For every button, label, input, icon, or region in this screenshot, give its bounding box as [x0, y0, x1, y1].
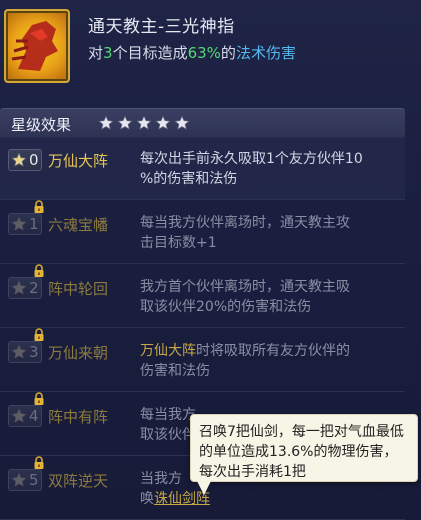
damage-percent: 63% — [187, 44, 221, 62]
star-icon — [98, 115, 114, 131]
effect-name: 双阵逆天 — [48, 472, 109, 490]
star-icon — [11, 152, 27, 168]
star-icon — [117, 115, 133, 131]
star-level-number: 3 — [29, 343, 39, 361]
star-effect-row[interactable]: 3 万仙来朝 万仙大阵时将吸取所有友方伙伴的 伤害和法伤 — [0, 327, 405, 392]
star-level-badge: 5 — [8, 469, 42, 491]
star-level-number: 4 — [29, 407, 39, 425]
star-icon — [136, 115, 152, 131]
star-rating — [98, 115, 190, 131]
effect-name: 六魂宝幡 — [48, 216, 109, 234]
star-icon — [11, 216, 27, 232]
star-effect-row[interactable]: 0 万仙大阵 每次出手前永久吸取1个友方伙伴10 %的伤害和法伤 — [0, 137, 405, 200]
red-fist-icon[interactable] — [4, 9, 70, 83]
star-level-number: 2 — [29, 279, 39, 297]
star-level-badge: 4 — [8, 405, 42, 427]
star-effects-title: 星级效果 — [11, 116, 72, 134]
star-icon — [174, 115, 190, 131]
lock-icon — [33, 263, 45, 277]
effect-name: 阵中有阵 — [48, 408, 109, 426]
effect-keyword: 万仙大阵 — [140, 343, 196, 359]
effect-description: 我方首个伙伴离场时，通天教主吸 取该伙伴20%的伤害和法伤 — [140, 279, 350, 315]
tooltip: 召唤7把仙剑，每一把对气血最低的单位造成13.6%的物理伤害，每次出手消耗1把 — [190, 414, 418, 482]
tooltip-pointer — [197, 481, 211, 495]
lock-icon — [33, 455, 45, 469]
effect-name: 万仙大阵 — [48, 152, 109, 170]
star-level-badge: 1 — [8, 213, 42, 235]
star-level-badge: 2 — [8, 277, 42, 299]
star-effect-row[interactable]: 2 阵中轮回 我方首个伙伴离场时，通天教主吸 取该伙伴20%的伤害和法伤 — [0, 263, 405, 328]
star-level-number: 0 — [29, 151, 39, 169]
lock-icon — [33, 199, 45, 213]
effect-name: 阵中轮回 — [48, 280, 109, 298]
target-count: 3 — [103, 44, 113, 62]
effect-name: 万仙来朝 — [48, 344, 109, 362]
skill-title: 通天教主-三光神指 — [88, 17, 235, 37]
lock-icon — [33, 391, 45, 405]
skill-panel: 通天教主-三光神指 对3个目标造成63%的法术伤害 星级效果 0 万仙大阵 每次出手… — [0, 0, 421, 520]
star-level-number: 5 — [29, 471, 39, 489]
star-level-number: 1 — [29, 215, 39, 233]
star-icon — [11, 472, 27, 488]
star-icon — [11, 344, 27, 360]
star-level-badge: 0 — [8, 149, 42, 171]
star-effects-header: 星级效果 — [0, 108, 405, 138]
star-effect-row[interactable]: 1 六魂宝幡 每当我方伙伴离场时，通天教主攻 击目标数+1 — [0, 199, 405, 264]
star-level-badge: 3 — [8, 341, 42, 363]
damage-type: 法术伤害 — [235, 44, 296, 62]
effect-description: 每当我方伙伴离场时，通天教主攻 击目标数+1 — [140, 215, 350, 251]
star-icon — [155, 115, 171, 131]
lock-icon — [33, 327, 45, 341]
skill-description: 对3个目标造成63%的法术伤害 — [88, 44, 296, 62]
effect-description: 每次出手前永久吸取1个友方伙伴10 %的伤害和法伤 — [140, 151, 363, 187]
star-icon — [11, 280, 27, 296]
star-icon — [11, 408, 27, 424]
effect-description: 万仙大阵时将吸取所有友方伙伴的 伤害和法伤 — [140, 343, 350, 379]
